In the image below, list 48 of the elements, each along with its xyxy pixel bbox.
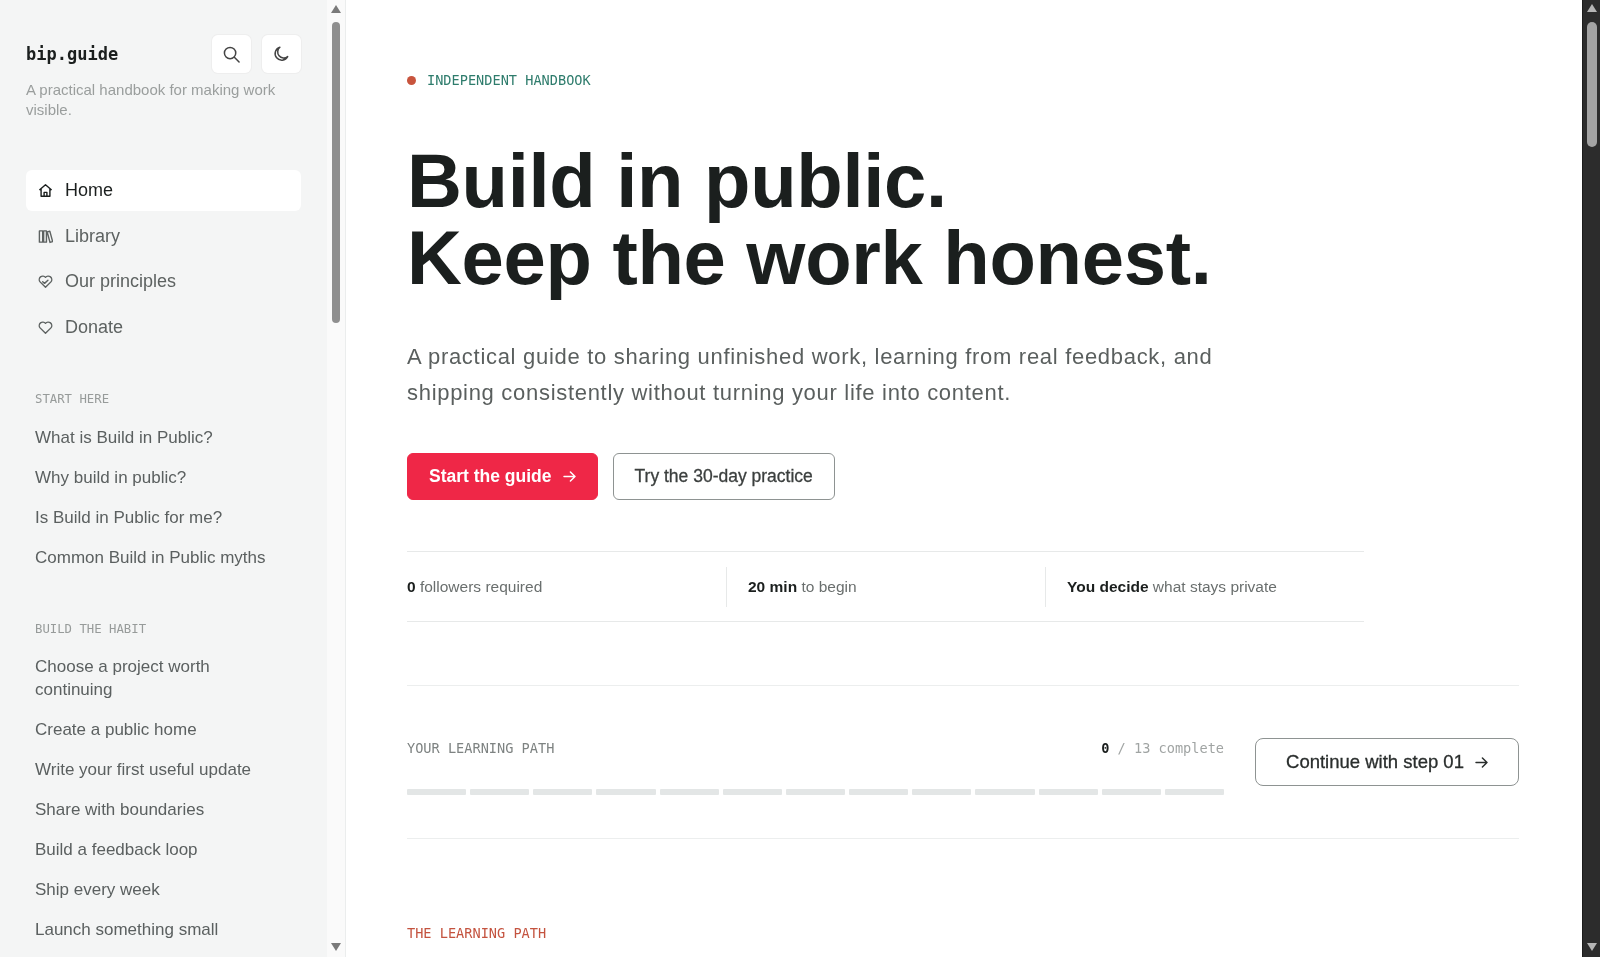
nav-item[interactable]: Home [26, 170, 301, 211]
books-icon [38, 228, 53, 244]
site-logo[interactable]: bip.guide [26, 44, 119, 64]
section-label: YOUR LEARNING PATH [407, 739, 555, 758]
heart-icon [38, 319, 53, 335]
sidebar-link[interactable]: Ship every week [26, 869, 301, 910]
section-heading: START HERE [34, 391, 111, 407]
section-label: THE LEARNING PATH [407, 925, 547, 941]
theme-toggle-button[interactable] [262, 35, 301, 73]
start-guide-button[interactable]: Start the guide [407, 453, 598, 500]
sidebar-link[interactable]: Build a feedback loop [26, 829, 301, 870]
eyebrow-label: INDEPENDENT HANDBOOK [427, 72, 591, 88]
home-icon [38, 183, 53, 198]
sidebar-link[interactable]: Choose a project worth continuing [26, 646, 301, 710]
nav-item[interactable]: Our principles [26, 261, 301, 302]
scrollbar-thumb[interactable] [332, 22, 340, 323]
heart-check-icon [38, 274, 53, 289]
stat-text: You decide what stays private [1067, 577, 1277, 596]
scroll-up-icon[interactable] [331, 5, 341, 13]
scroll-down-icon[interactable] [1586, 943, 1597, 951]
arrow-right-icon [562, 471, 576, 482]
practice-button[interactable]: Try the 30-day practice [612, 453, 835, 500]
sidebar-link[interactable]: Write your first useful update [26, 749, 301, 790]
scrollbar-thumb[interactable] [1586, 22, 1597, 147]
stat-text: 0 followers required [407, 577, 543, 596]
search-icon [223, 45, 240, 63]
sidebar-link[interactable]: Share with boundaries [26, 789, 301, 830]
scrollbar-track[interactable] [1582, 0, 1600, 957]
dot-icon [407, 75, 416, 85]
section-heading: BUILD THE HABIT [34, 620, 148, 637]
continue-button[interactable]: Continue with step 01 [1255, 738, 1519, 786]
scroll-down-icon[interactable] [331, 943, 341, 951]
arrow-right-icon [1474, 756, 1488, 768]
nav-item[interactable]: Donate [26, 306, 301, 348]
scroll-up-icon[interactable] [1586, 4, 1597, 12]
nav-item[interactable]: Library [26, 215, 301, 257]
sidebar-link[interactable]: Is Build in Public for me? [26, 497, 301, 537]
sidebar-link[interactable]: Launch something small [26, 909, 301, 950]
sidebar-link[interactable]: What is Build in Public? [26, 417, 301, 457]
intro-text: A practical guide to sharing unfinished work, learning from real feedback, and shipping consistently without turning your life into content. [407, 343, 1214, 407]
tagline: A practical handbook for making work visible. [26, 80, 277, 120]
sidebar-link[interactable]: Why build in public? [26, 457, 301, 497]
sidebar-link[interactable]: Create a public home [26, 709, 301, 750]
stat-text: 20 min to begin [748, 577, 857, 596]
progress-count: 0 / 13 complete [1101, 739, 1224, 758]
moon-icon [273, 45, 290, 63]
search-button[interactable] [212, 35, 251, 73]
sidebar-link[interactable]: Common Build in Public myths [26, 537, 301, 577]
